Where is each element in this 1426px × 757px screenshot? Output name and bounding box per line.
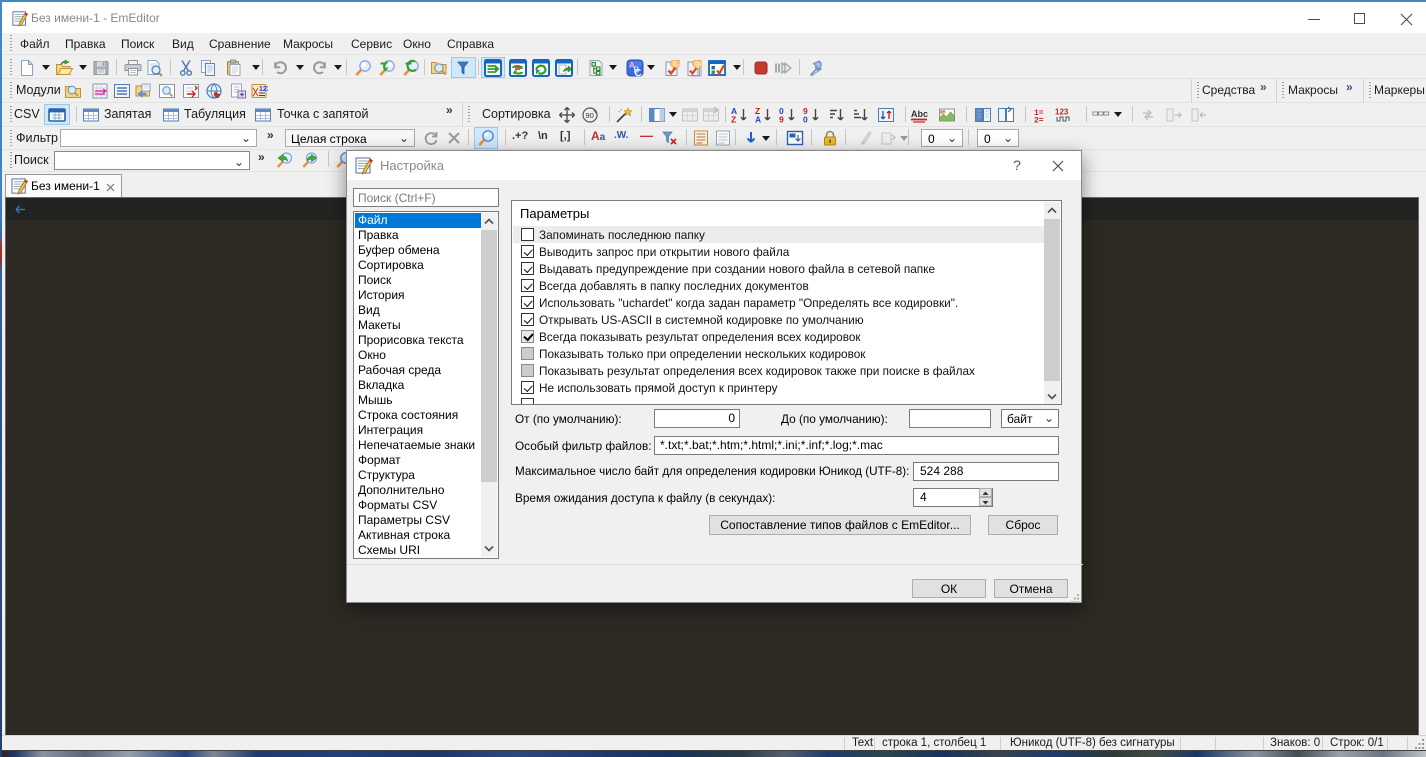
svg-text:90: 90 — [586, 111, 594, 120]
svg-text:Z: Z — [731, 115, 736, 125]
svg-text:0: 0 — [803, 115, 808, 125]
svg-text:9: 9 — [779, 115, 784, 125]
svg-text:A: A — [755, 115, 761, 125]
svg-text:123: 123 — [259, 86, 268, 93]
svg-text:Abc: Abc — [911, 109, 928, 119]
svg-text:123: 123 — [1055, 108, 1069, 117]
svg-text:2=: 2= — [1034, 117, 1044, 125]
